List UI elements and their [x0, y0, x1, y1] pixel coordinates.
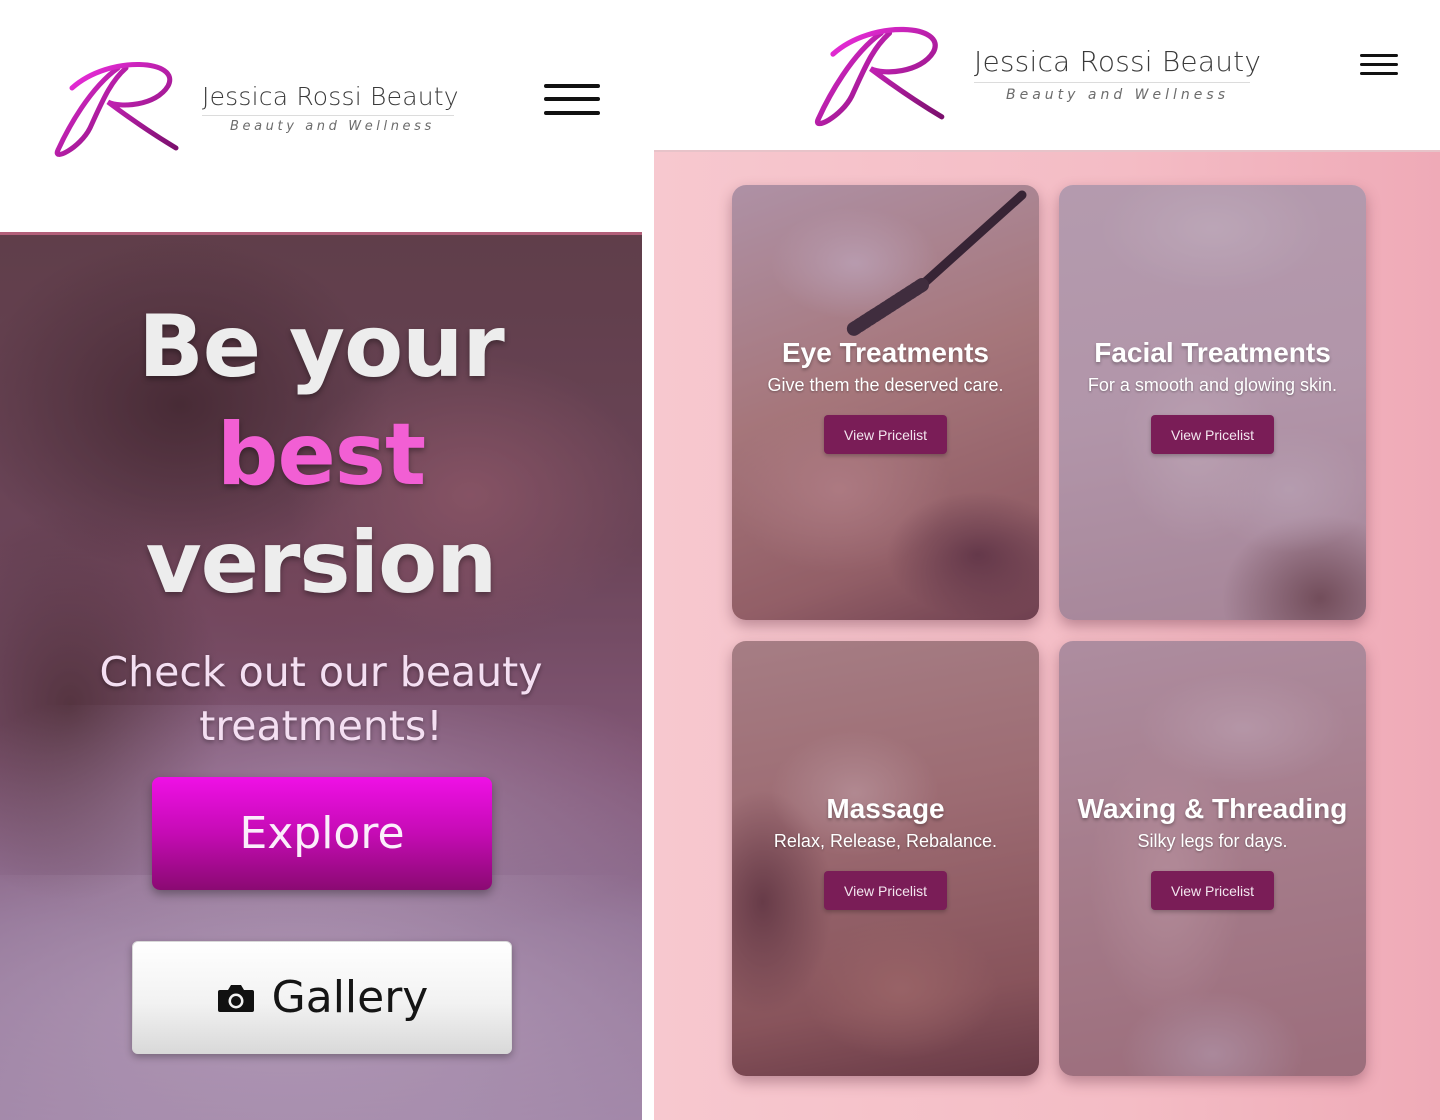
brand-name: Jessica Rossi Beauty [202, 82, 459, 111]
service-card-massage[interactable]: Massage Relax, Release, Rebalance. View … [732, 641, 1039, 1076]
view-pricelist-button[interactable]: View Pricelist [824, 415, 947, 454]
mobile-services-screen: Jessica Rossi Beauty Beauty and Wellness… [654, 0, 1440, 1120]
card-overlay [1059, 185, 1366, 620]
hero-heading-line-2: best [216, 405, 426, 505]
card-title: Waxing & Threading [1077, 793, 1348, 824]
card-description: Silky legs for days. [1137, 831, 1288, 851]
explore-button[interactable]: Explore [152, 777, 492, 890]
hero-section: Be your best version Check out our beaut… [0, 232, 642, 1120]
card-overlay [732, 641, 1039, 1076]
site-header: Jessica Rossi Beauty Beauty and Wellness [0, 0, 642, 232]
service-card-eye-treatments[interactable]: Eye Treatments Give them the deserved ca… [732, 185, 1039, 620]
hero-subtitle: Check out our beauty treatments! [99, 648, 543, 750]
card-description: For a smooth and glowing skin. [1087, 375, 1338, 395]
brand-tagline: Beauty and Wellness [1006, 87, 1229, 103]
brand-divider [202, 115, 454, 116]
brand-logo-icon[interactable] [810, 22, 948, 128]
mobile-home-screen: Jessica Rossi Beauty Beauty and Wellness… [0, 0, 642, 1120]
view-pricelist-button[interactable]: View Pricelist [1151, 871, 1274, 910]
brand-tagline: Beauty and Wellness [230, 119, 435, 134]
menu-hamburger-icon[interactable] [1360, 54, 1398, 76]
card-title: Eye Treatments [782, 337, 989, 368]
card-overlay [732, 185, 1039, 620]
service-card-facial-treatments[interactable]: Facial Treatments For a smooth and glowi… [1059, 185, 1366, 620]
hero-heading-line-3: version [145, 513, 498, 613]
gallery-button[interactable]: Gallery [132, 941, 512, 1054]
hero-heading-line-1: Be your [138, 297, 505, 397]
card-title: Massage [826, 793, 945, 824]
gallery-button-label: Gallery [271, 972, 429, 1023]
card-description: Relax, Release, Rebalance. [773, 831, 998, 851]
card-title: Facial Treatments [1094, 337, 1331, 368]
brand-name: Jessica Rossi Beauty [974, 45, 1262, 78]
card-description: Give them the deserved care. [767, 375, 1004, 395]
site-header: Jessica Rossi Beauty Beauty and Wellness [654, 0, 1440, 150]
brand-logo-icon[interactable] [50, 58, 182, 158]
card-overlay [1059, 641, 1366, 1076]
menu-hamburger-icon[interactable] [544, 84, 600, 116]
service-card-waxing-threading[interactable]: Waxing & Threading Silky legs for days. … [1059, 641, 1366, 1076]
camera-icon [217, 984, 254, 1012]
view-pricelist-button[interactable]: View Pricelist [1151, 415, 1274, 454]
brand-divider [974, 82, 1250, 83]
view-pricelist-button[interactable]: View Pricelist [824, 871, 947, 910]
services-section: Eye Treatments Give them the deserved ca… [654, 150, 1440, 1120]
